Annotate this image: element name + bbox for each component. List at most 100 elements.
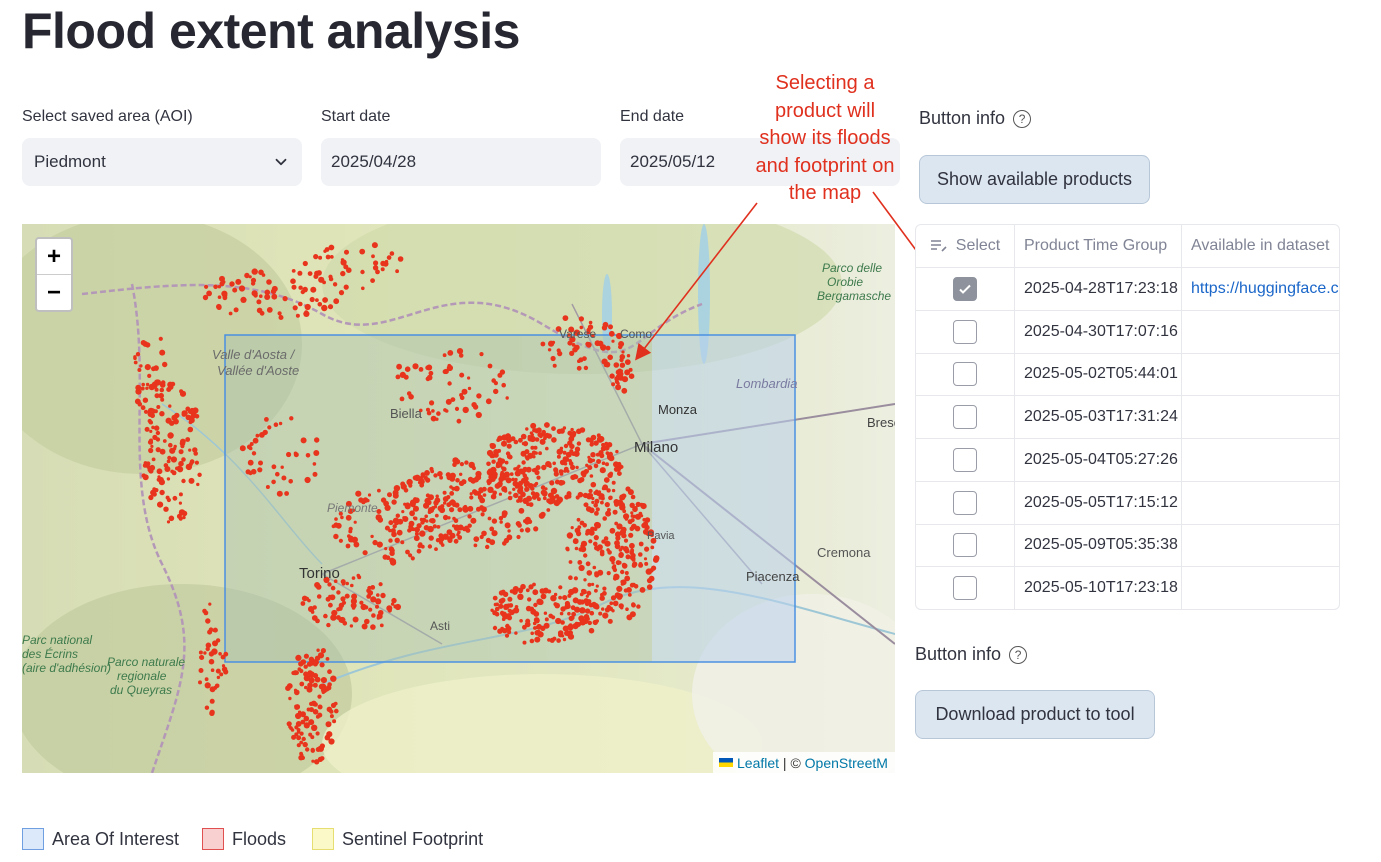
- flood-dot: [212, 627, 218, 633]
- row-checkbox[interactable]: [953, 575, 977, 600]
- flood-dot: [507, 529, 511, 533]
- flood-dot: [480, 512, 485, 517]
- flood-dot: [300, 601, 306, 606]
- row-checkbox[interactable]: [953, 319, 977, 344]
- flood-dot: [299, 668, 304, 674]
- flood-dot: [370, 279, 375, 283]
- flood-dot: [492, 625, 498, 631]
- header-time[interactable]: Product Time Group: [1015, 225, 1182, 267]
- flood-dot: [409, 510, 415, 517]
- flood-dot: [588, 627, 595, 634]
- download-product-button[interactable]: Download product to tool: [915, 690, 1155, 739]
- flood-dot: [379, 623, 384, 628]
- time-cell: 2025-05-03T17:31:24: [1015, 396, 1182, 439]
- flood-dot: [604, 445, 610, 451]
- flood-dot: [618, 344, 623, 350]
- flood-dot: [579, 427, 586, 433]
- flood-dot: [619, 362, 626, 368]
- row-checkbox[interactable]: [953, 447, 977, 472]
- select-cell: [916, 353, 1015, 396]
- flood-dot: [590, 452, 596, 458]
- show-products-button[interactable]: Show available products: [919, 155, 1150, 204]
- flood-dot: [556, 638, 561, 643]
- annotation-line: the map: [788, 182, 862, 204]
- flood-dot: [147, 439, 154, 445]
- flood-dot: [619, 354, 626, 360]
- flood-dot: [408, 483, 413, 488]
- leaflet-link[interactable]: Leaflet: [737, 755, 779, 771]
- flood-dot: [630, 514, 634, 518]
- flood-dot: [209, 698, 215, 704]
- flood-dot: [158, 336, 163, 341]
- flood-dot: [144, 364, 151, 371]
- flood-dot: [598, 496, 602, 500]
- flood-dot: [479, 497, 486, 504]
- start-date-input[interactable]: 2025/04/28: [321, 138, 601, 186]
- flood-dot: [639, 587, 646, 593]
- flood-dot: [341, 582, 346, 586]
- flood-dot: [340, 515, 344, 520]
- map-canvas[interactable]: Valle d'Aosta /Vallée d'Aoste Biella Vares…: [22, 224, 895, 773]
- flood-dot: [629, 542, 635, 549]
- flood-dot: [456, 533, 460, 537]
- map-place-label: Vallée d'Aoste: [217, 363, 299, 378]
- flood-dot: [473, 536, 480, 542]
- flood-dot: [461, 479, 467, 485]
- flood-dot: [259, 310, 265, 316]
- flood-dot: [629, 550, 634, 556]
- flood-dot: [486, 449, 494, 457]
- flood-dot: [498, 492, 502, 496]
- help-icon[interactable]: ?: [1013, 109, 1032, 128]
- flood-dot: [578, 316, 585, 322]
- header-dataset[interactable]: Available in dataset: [1182, 225, 1339, 267]
- flood-dot: [625, 486, 631, 492]
- flood-dot: [140, 405, 146, 411]
- flood-dot: [601, 607, 605, 611]
- flood-dot: [351, 576, 356, 580]
- row-checkbox[interactable]: [953, 277, 977, 301]
- flood-dot: [589, 474, 594, 478]
- flood-dot: [562, 450, 567, 455]
- flood-dot: [419, 530, 426, 537]
- flood-map[interactable]: Valle d'Aosta / Vallée d'Aoste Biella Vares…: [22, 224, 895, 773]
- flood-dot: [576, 441, 582, 446]
- flood-dot: [336, 615, 341, 620]
- flood-dot: [166, 520, 171, 524]
- aoi-label: Select saved area (AOI): [22, 108, 193, 125]
- header-select[interactable]: Select: [916, 225, 1015, 267]
- zoom-out-button[interactable]: −: [37, 274, 71, 310]
- flood-dot: [589, 437, 593, 442]
- flood-dot: [506, 443, 512, 449]
- osm-link[interactable]: OpenStreetM: [805, 755, 888, 771]
- zoom-in-button[interactable]: +: [37, 239, 71, 274]
- flood-dot: [253, 293, 258, 298]
- flood-dot: [527, 434, 532, 439]
- flood-dot: [408, 520, 415, 527]
- flood-dot: [248, 470, 253, 476]
- row-checkbox[interactable]: [953, 362, 977, 387]
- time-cell: 2025-05-09T05:35:38: [1015, 524, 1182, 567]
- help-icon[interactable]: ?: [1009, 645, 1028, 664]
- flood-dot: [205, 642, 212, 649]
- flood-dot: [433, 473, 438, 478]
- flood-dot: [594, 498, 600, 504]
- row-checkbox[interactable]: [953, 405, 977, 430]
- flood-dot: [397, 256, 404, 262]
- flood-dot: [327, 669, 332, 675]
- flood-dot: [250, 281, 256, 286]
- map-place-label: (aire d'adhésion): [22, 661, 111, 675]
- flood-dot: [266, 307, 273, 313]
- aoi-select[interactable]: Piedmont: [22, 138, 302, 186]
- row-checkbox[interactable]: [953, 533, 977, 558]
- flood-dot: [384, 547, 388, 551]
- flood-dot: [299, 681, 305, 687]
- flood-dot: [303, 674, 311, 682]
- flood-dot: [303, 310, 310, 317]
- flood-dot: [261, 273, 266, 277]
- flood-dot: [288, 696, 292, 701]
- flood-dot: [489, 526, 495, 532]
- flood-dot: [542, 496, 547, 501]
- flood-dot: [417, 543, 422, 549]
- dataset-cell[interactable]: https://huggingface.c: [1182, 268, 1339, 310]
- row-checkbox[interactable]: [953, 490, 977, 515]
